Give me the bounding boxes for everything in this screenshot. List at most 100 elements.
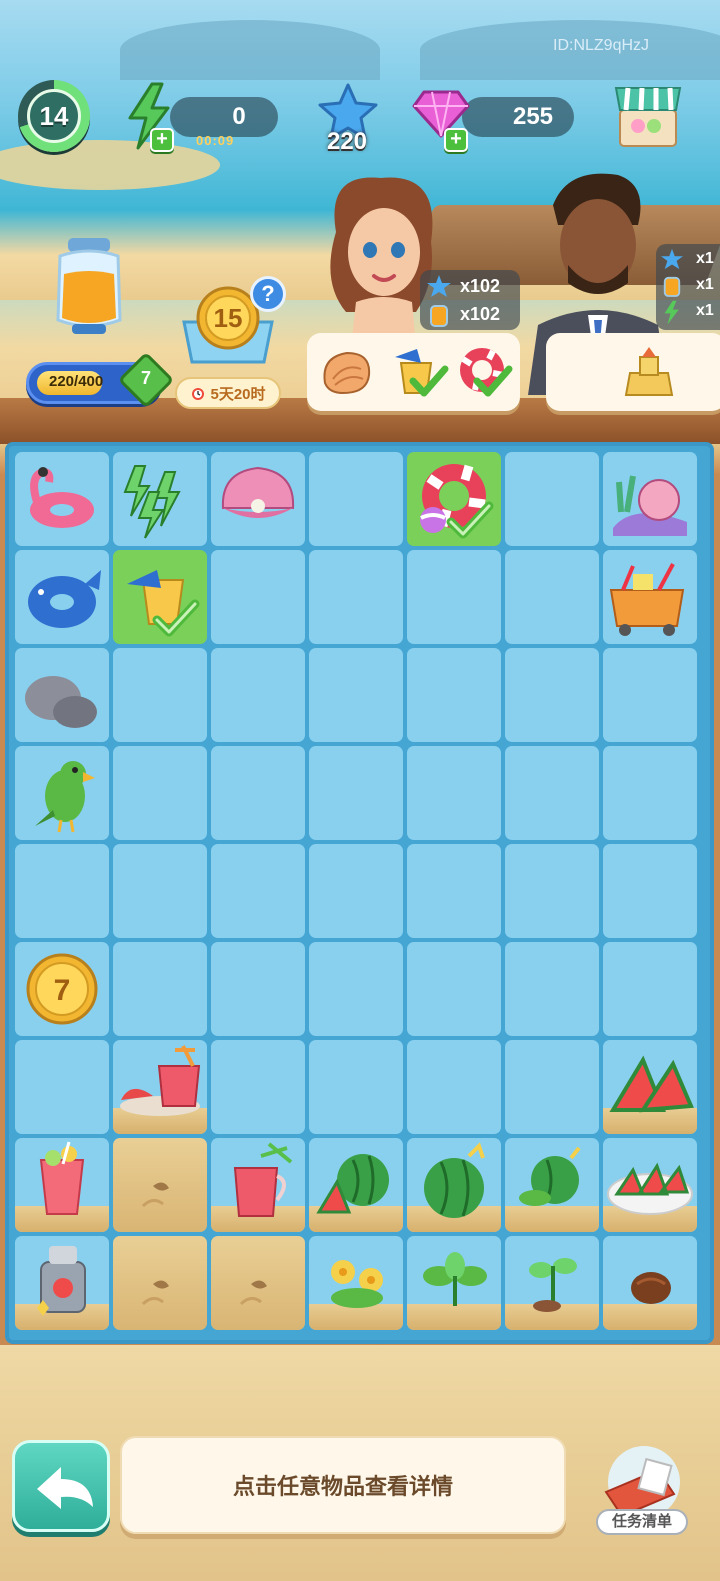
board-cell[interactable] xyxy=(603,452,697,546)
beach-cart-item xyxy=(609,563,685,636)
board-cell[interactable] xyxy=(113,844,207,938)
board-cell[interactable] xyxy=(211,1236,305,1330)
swim-ring-item xyxy=(420,464,494,539)
juice-jar-icon[interactable] xyxy=(50,236,128,336)
sand-castle-icon xyxy=(624,347,674,396)
board-cell[interactable] xyxy=(113,550,207,644)
board-cell[interactable] xyxy=(603,1040,697,1134)
board-cell[interactable] xyxy=(113,648,207,742)
board-cell[interactable] xyxy=(407,1236,501,1330)
board-cell[interactable] xyxy=(603,648,697,742)
board-cell[interactable] xyxy=(505,942,599,1036)
board-cell[interactable] xyxy=(211,648,305,742)
board-cell[interactable] xyxy=(505,550,599,644)
board-cell[interactable] xyxy=(407,746,501,840)
check-icon xyxy=(473,365,513,397)
board-cell[interactable] xyxy=(603,1236,697,1330)
board-cell[interactable] xyxy=(603,844,697,938)
back-button[interactable] xyxy=(12,1440,110,1532)
board-cell[interactable] xyxy=(113,746,207,840)
board-cell[interactable] xyxy=(407,452,501,546)
star-icon xyxy=(661,248,683,270)
punch-pitcher-item xyxy=(233,1142,293,1217)
man-reward-panel: x1 x1 x1 xyxy=(656,244,720,330)
board-cell[interactable] xyxy=(211,844,305,938)
level-badge[interactable]: 14 xyxy=(18,80,90,152)
board-cell[interactable] xyxy=(603,550,697,644)
board-cell[interactable] xyxy=(15,1138,109,1232)
board-cell[interactable] xyxy=(15,746,109,840)
board-cell[interactable] xyxy=(211,550,305,644)
help-button[interactable]: ? xyxy=(250,276,286,312)
board-cell[interactable] xyxy=(603,746,697,840)
board-cell[interactable] xyxy=(211,942,305,1036)
cut-watermelon-item xyxy=(316,1154,389,1214)
energy-bolts-item xyxy=(123,465,181,539)
sand-patch-item xyxy=(141,1280,169,1306)
board-cell[interactable] xyxy=(603,942,697,1036)
coin-bank-value: 15 xyxy=(214,303,243,333)
sand-patch-item xyxy=(239,1280,267,1306)
board-cell[interactable] xyxy=(407,844,501,938)
board-cell[interactable] xyxy=(309,550,403,644)
player-id: ID:NLZ9qHzJ xyxy=(553,37,650,54)
event-timer: 5天20时 xyxy=(175,377,281,409)
board-cell[interactable] xyxy=(309,1138,403,1232)
coral-shell-pile-item xyxy=(613,475,687,536)
order-card-man[interactable] xyxy=(546,333,720,411)
board-cell[interactable] xyxy=(211,452,305,546)
add-energy-button[interactable]: + xyxy=(150,128,174,152)
board-cell[interactable] xyxy=(15,1040,109,1134)
board-cell[interactable] xyxy=(505,1138,599,1232)
board-cell[interactable] xyxy=(309,1236,403,1330)
watermelon-item xyxy=(424,1142,485,1218)
star-count: 220 xyxy=(326,128,368,155)
board-cell[interactable] xyxy=(15,648,109,742)
board-cell[interactable] xyxy=(603,1138,697,1232)
board-cell[interactable] xyxy=(407,1040,501,1134)
sand-patch-item xyxy=(141,1182,169,1208)
board-cell[interactable] xyxy=(309,844,403,938)
board-cell[interactable] xyxy=(211,1138,305,1232)
board-cell[interactable] xyxy=(211,746,305,840)
board-cell[interactable] xyxy=(113,1236,207,1330)
board-cell[interactable] xyxy=(309,1040,403,1134)
add-gems-button[interactable]: + xyxy=(444,128,468,152)
board-cell[interactable] xyxy=(505,844,599,938)
board-cell[interactable] xyxy=(113,1138,207,1232)
sprout-item xyxy=(529,1258,577,1312)
board-cell[interactable] xyxy=(309,746,403,840)
board-cell[interactable] xyxy=(407,648,501,742)
girl-star-reward: x102 xyxy=(460,276,501,296)
punch-tray-item xyxy=(120,1045,201,1116)
board-cell[interactable] xyxy=(505,452,599,546)
task-list-button[interactable]: 任务清单 xyxy=(596,1509,688,1535)
flowering-plant-item xyxy=(331,1260,383,1308)
board-cell[interactable] xyxy=(15,1236,109,1330)
board-cell[interactable] xyxy=(309,648,403,742)
board-cell[interactable] xyxy=(505,1040,599,1134)
fruit-drink-item xyxy=(39,1141,85,1215)
star-icon xyxy=(427,275,451,297)
board-cell[interactable] xyxy=(15,844,109,938)
board-cell[interactable] xyxy=(113,452,207,546)
board-cell[interactable] xyxy=(309,452,403,546)
board-cell[interactable]: 7 xyxy=(15,942,109,1036)
board-cell[interactable] xyxy=(15,550,109,644)
shop-icon[interactable] xyxy=(614,80,682,150)
jar-level-number: 7 xyxy=(140,368,151,388)
gem-value: 255 xyxy=(512,103,554,130)
board-cell[interactable] xyxy=(505,746,599,840)
board-cell[interactable] xyxy=(113,942,207,1036)
board-cell[interactable] xyxy=(505,1236,599,1330)
board-cell[interactable] xyxy=(505,648,599,742)
board-cell[interactable] xyxy=(113,1040,207,1134)
board-cell[interactable] xyxy=(309,942,403,1036)
board-cell[interactable] xyxy=(407,1138,501,1232)
item-hint-box: 点击任意物品查看详情 xyxy=(120,1436,566,1534)
order-card-girl[interactable] xyxy=(307,333,520,411)
board-cell[interactable] xyxy=(211,1040,305,1134)
board-cell[interactable] xyxy=(407,550,501,644)
board-cell[interactable] xyxy=(407,942,501,1036)
board-cell[interactable] xyxy=(15,452,109,546)
